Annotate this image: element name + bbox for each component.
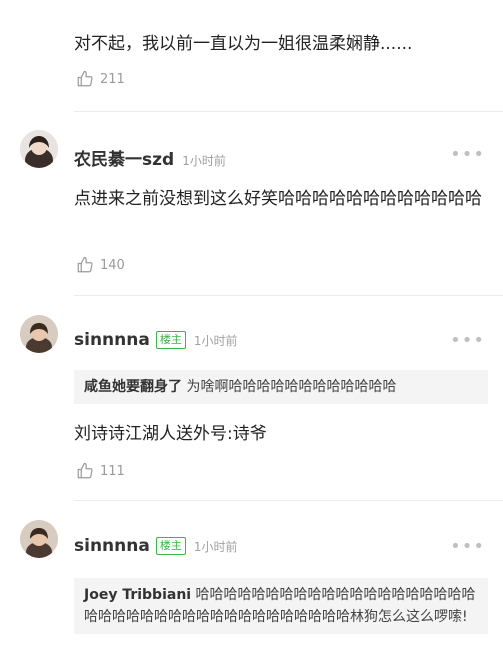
more-dots-icon[interactable]: ••• — [450, 538, 485, 556]
op-badge: 楼主 — [155, 331, 186, 349]
avatar[interactable] — [20, 520, 58, 558]
quote-text: 为啥啊哈哈哈哈哈哈哈哈哈哈哈哈 — [186, 379, 397, 395]
like-button[interactable]: 211 — [76, 70, 125, 88]
author-name[interactable]: sinnnna — [74, 536, 150, 556]
like-button[interactable]: 111 — [76, 462, 125, 480]
quoted-reply[interactable]: Joey Tribbiani 哈哈哈哈哈哈哈哈哈哈哈哈哈哈哈哈哈哈哈哈哈哈哈哈哈… — [74, 578, 488, 634]
divider — [74, 295, 503, 296]
thumbs-up-icon — [77, 462, 93, 479]
like-count: 111 — [100, 463, 125, 479]
like-button[interactable]: 140 — [76, 256, 125, 274]
comment-author[interactable]: sinnnna 楼主 1小时前 — [74, 536, 237, 556]
like-count: 140 — [100, 257, 125, 273]
comment-time: 1小时前 — [193, 334, 238, 348]
like-count: 211 — [100, 71, 125, 87]
comment-author[interactable]: 农民綦一szd 1小时前 — [74, 145, 226, 170]
quote-author[interactable]: 咸鱼她要翻身了 — [84, 379, 182, 395]
divider — [74, 111, 503, 112]
avatar[interactable] — [20, 315, 58, 353]
op-badge: 楼主 — [155, 537, 186, 555]
more-dots-icon[interactable]: ••• — [450, 332, 485, 350]
comment-author[interactable]: sinnnna 楼主 1小时前 — [74, 330, 237, 350]
quoted-reply[interactable]: 咸鱼她要翻身了 为啥啊哈哈哈哈哈哈哈哈哈哈哈哈 — [74, 370, 488, 404]
comment-time: 1小时前 — [193, 540, 238, 554]
comment-text: 刘诗诗江湖人送外号:诗爷 — [74, 424, 267, 444]
more-dots-icon[interactable]: ••• — [450, 146, 485, 164]
avatar[interactable] — [20, 130, 58, 168]
thumbs-up-icon — [77, 70, 93, 87]
author-name[interactable]: 农民綦一szd — [74, 150, 174, 170]
author-name[interactable]: sinnnna — [74, 330, 150, 350]
comment-time: 1小时前 — [182, 154, 226, 168]
comment-text: 点进来之前没想到这么好笑哈哈哈哈哈哈哈哈哈哈哈哈 — [74, 189, 482, 209]
comment-text: 对不起，我以前一直以为一姐很温柔娴静...... — [74, 34, 413, 54]
divider — [74, 500, 503, 501]
quote-author[interactable]: Joey Tribbiani — [84, 587, 191, 603]
thumbs-up-icon — [77, 256, 93, 273]
